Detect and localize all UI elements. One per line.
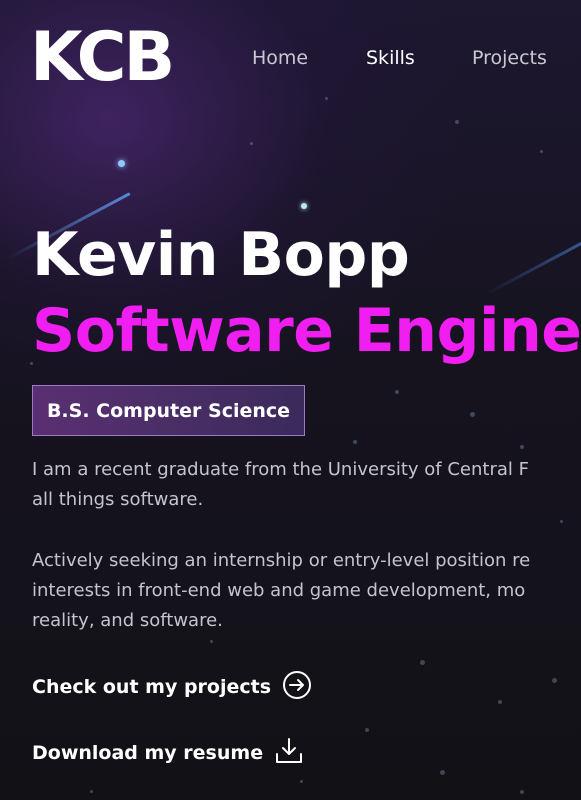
- star: [520, 445, 524, 449]
- star: [395, 390, 399, 394]
- seeking-paragraph: Actively seeking an internship or entry-…: [32, 546, 530, 636]
- download-icon: [274, 736, 304, 771]
- degree-badge-label: B.S. Computer Science: [46, 399, 291, 422]
- star: [552, 678, 557, 683]
- intro-line: I am a recent graduate from the Universi…: [32, 459, 529, 480]
- star: [440, 770, 445, 775]
- star: [90, 790, 93, 793]
- seeking-line: interests in front-end web and game deve…: [32, 580, 526, 601]
- intro-paragraph: I am a recent graduate from the Universi…: [32, 455, 529, 515]
- star: [455, 120, 459, 124]
- star: [353, 440, 357, 444]
- seeking-line: reality, and software.: [32, 610, 223, 631]
- intro-line: all things software.: [32, 489, 204, 510]
- hero-role: Software Engine: [32, 296, 581, 366]
- bright-star: [301, 203, 307, 209]
- degree-badge: B.S. Computer Science: [32, 385, 305, 436]
- shooting-star-head-1: [118, 160, 125, 167]
- star: [470, 412, 475, 417]
- star: [420, 660, 425, 665]
- star: [540, 150, 543, 153]
- star: [325, 97, 328, 100]
- shooting-star-2: [484, 232, 581, 296]
- star: [300, 780, 303, 783]
- resume-link-label: Download my resume: [32, 742, 264, 764]
- star: [520, 790, 524, 794]
- site-logo[interactable]: KCB: [30, 18, 175, 98]
- nav-item-home[interactable]: Home: [252, 46, 366, 70]
- portfolio-page: KCB Home Skills Projects Kevin Bopp Soft…: [0, 0, 581, 800]
- star: [365, 728, 369, 732]
- star: [210, 640, 213, 643]
- star: [250, 142, 253, 145]
- arrow-right-circle-icon: [282, 670, 312, 705]
- star: [498, 700, 502, 704]
- projects-link-label: Check out my projects: [32, 676, 272, 698]
- resume-link[interactable]: Download my resume: [32, 736, 304, 771]
- nav-item-skills[interactable]: Skills: [366, 46, 472, 70]
- hero-name: Kevin Bopp: [32, 220, 410, 290]
- star: [560, 520, 563, 523]
- projects-link[interactable]: Check out my projects: [32, 670, 312, 705]
- main-nav: Home Skills Projects: [252, 46, 581, 70]
- nav-item-projects[interactable]: Projects: [472, 46, 581, 70]
- seeking-line: Actively seeking an internship or entry-…: [32, 550, 531, 571]
